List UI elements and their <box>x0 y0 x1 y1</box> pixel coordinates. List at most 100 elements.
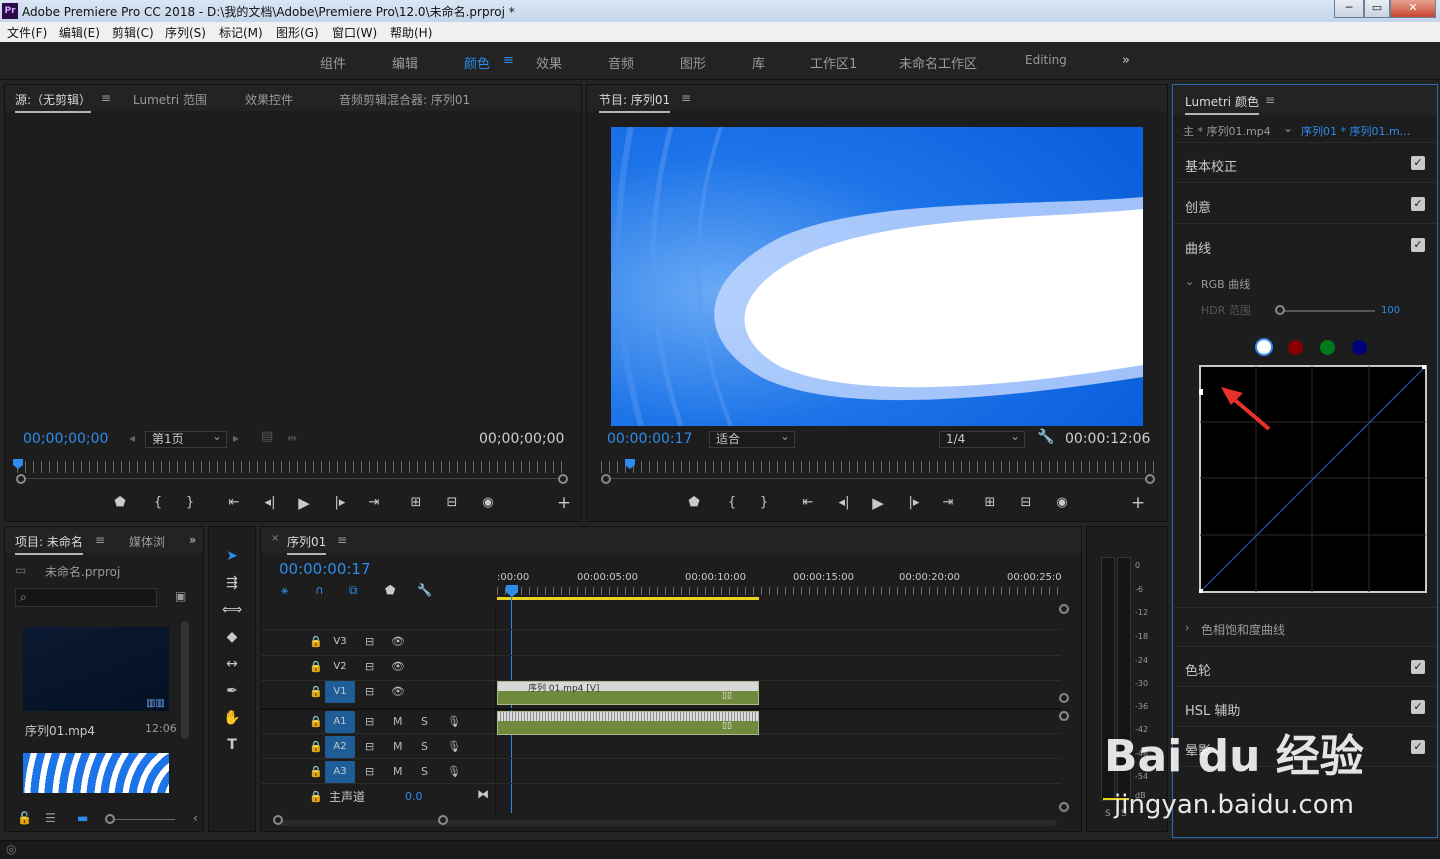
type-tool-icon[interactable]: T <box>221 734 243 756</box>
program-mark-in-icon[interactable]: { <box>723 494 741 512</box>
hdr-range-slider[interactable] <box>1281 310 1375 312</box>
go-to-end-icon[interactable]: ⧓ <box>477 787 489 801</box>
source-ruler[interactable] <box>17 461 569 473</box>
program-zoom-start-handle[interactable] <box>601 474 611 484</box>
timeline-zoom-end-handle[interactable] <box>438 815 448 825</box>
panel-overflow-icon[interactable]: » <box>189 533 196 547</box>
ws-graphics[interactable]: 图形 <box>680 53 706 72</box>
curves-checkbox[interactable]: ✓ <box>1411 238 1425 252</box>
microphone-icon[interactable]: 🎙 <box>447 765 461 778</box>
program-play-icon[interactable]: ▶ <box>869 494 887 512</box>
solo-button[interactable]: S <box>421 740 428 753</box>
tab-program-menu-icon[interactable]: ≡ <box>681 91 691 105</box>
menu-window[interactable]: 窗口(W) <box>332 24 377 41</box>
menu-sequence[interactable]: 序列(S) <box>165 24 206 41</box>
add-marker-icon[interactable]: ⬟ <box>111 494 129 512</box>
more-icon[interactable]: ‹ <box>193 811 198 825</box>
track-v3-label[interactable]: V3 <box>325 631 355 653</box>
eye-icon[interactable]: 👁 <box>391 685 405 698</box>
project-scrollbar[interactable] <box>181 621 189 739</box>
lock-track-icon[interactable]: 🔒 <box>309 660 323 673</box>
section-basic-correction[interactable]: 基本校正 ✓ <box>1173 143 1437 183</box>
lock-track-icon[interactable]: 🔒 <box>309 715 323 728</box>
minimize-button[interactable]: ─ <box>1334 0 1364 18</box>
extract-icon[interactable]: ⊟ <box>1017 494 1035 512</box>
toggle-sync-icon[interactable]: ⊟ <box>365 740 374 753</box>
step-back-icon[interactable]: ◂| <box>261 494 279 512</box>
hdr-range-value[interactable]: 100 <box>1381 305 1400 316</box>
tab-project[interactable]: 项目: 未命名 <box>15 533 83 555</box>
tab-program[interactable]: 节目: 序列01 <box>599 91 671 113</box>
section-hue-sat-curves[interactable]: › 色相饱和度曲线 <box>1173 607 1437 647</box>
go-to-in-icon[interactable]: ⇤ <box>225 494 243 512</box>
program-zoom-end-handle[interactable] <box>1145 474 1155 484</box>
source-page-select[interactable]: 第1页 <box>145 429 227 448</box>
rgb-curve-graph[interactable] <box>1199 365 1427 595</box>
program-go-to-out-icon[interactable]: ⇥ <box>939 494 957 512</box>
wrench-icon[interactable]: 🔧 <box>1037 429 1054 445</box>
section-creative[interactable]: 创意 ✓ <box>1173 184 1437 224</box>
track-select-tool-icon[interactable]: ⇶ <box>221 572 243 594</box>
rgb-curves-label[interactable]: RGB 曲线 <box>1201 276 1250 292</box>
ws-workspace1[interactable]: 工作区1 <box>810 53 857 72</box>
blue-channel-button[interactable] <box>1352 340 1367 355</box>
basic-correction-checkbox[interactable]: ✓ <box>1411 156 1425 170</box>
toggle-sync-icon[interactable]: ⊟ <box>365 715 374 728</box>
luma-channel-button[interactable] <box>1255 338 1273 356</box>
pen-tool-icon[interactable]: ✒ <box>221 680 243 702</box>
menu-graphics[interactable]: 图形(G) <box>276 24 319 41</box>
mute-button[interactable]: M <box>393 740 403 753</box>
resolution-select[interactable]: 1/4 <box>939 429 1025 448</box>
toggle-sync-icon[interactable]: ⊟ <box>365 660 374 673</box>
lift-icon[interactable]: ⊞ <box>981 494 999 512</box>
icon-view-icon[interactable]: ▬ <box>77 811 88 825</box>
section-hsl-secondary[interactable]: HSL 辅助 ✓ <box>1173 687 1437 727</box>
menu-clip[interactable]: 剪辑(C) <box>112 24 154 41</box>
master-clip-label[interactable]: 主 * 序列01.mp4 <box>1183 123 1271 139</box>
program-mark-out-icon[interactable]: } <box>755 494 773 512</box>
ripple-edit-tool-icon[interactable]: ⟺ <box>221 599 243 621</box>
track-a3-label[interactable]: A3 <box>325 761 355 783</box>
lock-track-icon[interactable]: 🔒 <box>309 765 323 778</box>
hsl-secondary-checkbox[interactable]: ✓ <box>1411 700 1425 714</box>
list-view-icon[interactable]: ☰ <box>45 811 56 825</box>
ws-untitled[interactable]: 未命名工作区 <box>899 53 977 72</box>
background-tasks-icon[interactable]: ◎ <box>6 842 16 856</box>
source-timecode-current[interactable]: 00;00;00;00 <box>23 431 108 447</box>
toggle-sync-icon[interactable]: ⊟ <box>365 765 374 778</box>
selection-tool-icon[interactable]: ➤ <box>221 545 243 567</box>
project-search-input[interactable]: ⌕ <box>15 588 157 607</box>
lock-track-icon[interactable]: 🔒 <box>309 790 323 803</box>
tab-audio-mixer[interactable]: 音频剪辑混合器: 序列01 <box>339 91 470 108</box>
green-channel-button[interactable] <box>1320 340 1335 355</box>
menu-file[interactable]: 文件(F) <box>7 24 47 41</box>
section-color-wheels[interactable]: 色轮 ✓ <box>1173 647 1437 687</box>
mark-out-icon[interactable]: } <box>181 494 199 512</box>
tab-lumetri-scopes[interactable]: Lumetri 范围 <box>133 91 207 108</box>
drag-video-icon[interactable]: ⇹ <box>287 431 297 445</box>
thumbnail-size-slider[interactable] <box>109 819 175 820</box>
program-go-to-in-icon[interactable]: ⇤ <box>799 494 817 512</box>
tab-media-browser[interactable]: 媒体浏 <box>129 533 165 550</box>
meter-solo-right[interactable]: S <box>1121 809 1127 819</box>
tab-source[interactable]: 源:（无剪辑） <box>15 91 92 113</box>
step-forward-icon[interactable]: |▸ <box>331 494 349 512</box>
timeline-settings-icon[interactable]: 🔧 <box>417 583 432 597</box>
tab-lumetri-menu-icon[interactable]: ≡ <box>1265 93 1275 107</box>
prev-page-icon[interactable]: ◂ <box>129 431 135 445</box>
track-a1-label[interactable]: A1 <box>325 711 355 733</box>
audio-scroll-handle[interactable] <box>1059 802 1069 812</box>
second-clip-thumbnail[interactable] <box>23 753 169 793</box>
sequence-clip-label[interactable]: 序列01 * 序列01.m... <box>1301 123 1410 139</box>
timeline-timecode[interactable]: 00:00:00:17 <box>279 560 371 578</box>
program-timecode-current[interactable]: 00:00:00:17 <box>607 431 692 447</box>
ws-assembly[interactable]: 组件 <box>320 53 346 72</box>
settings-icon[interactable]: ▤ <box>261 429 273 444</box>
red-channel-button[interactable] <box>1288 340 1303 355</box>
program-export-frame-icon[interactable]: ◉ <box>1053 494 1071 512</box>
close-sequence-icon[interactable]: × <box>271 533 279 544</box>
new-bin-icon[interactable]: ▣ <box>175 589 186 603</box>
color-wheels-checkbox[interactable]: ✓ <box>1411 660 1425 674</box>
lock-icon[interactable]: 🔓 <box>17 811 32 825</box>
creative-checkbox[interactable]: ✓ <box>1411 197 1425 211</box>
